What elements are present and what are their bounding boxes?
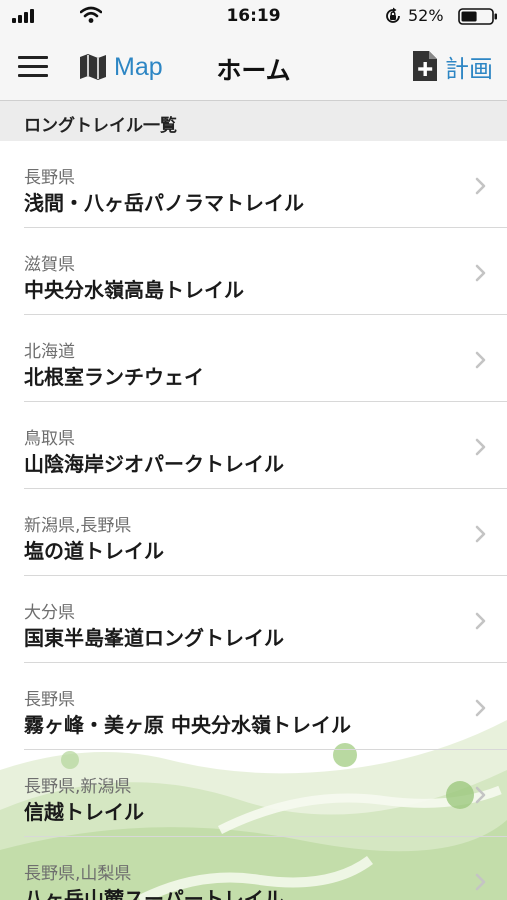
trail-list-item[interactable]: 長野県霧ヶ峰・美ヶ原 中央分水嶺トレイル bbox=[0, 663, 507, 750]
trail-region: 大分県 bbox=[24, 603, 75, 623]
trail-name: 浅間・八ヶ岳パノラマトレイル bbox=[24, 191, 304, 215]
map-button[interactable]: Map bbox=[78, 50, 163, 84]
chevron-right-icon bbox=[475, 699, 486, 717]
map-icon bbox=[80, 54, 106, 80]
trail-region: 北海道 bbox=[24, 342, 75, 362]
chevron-right-icon bbox=[475, 525, 486, 543]
trail-list-item[interactable]: 長野県,新潟県信越トレイル bbox=[0, 750, 507, 837]
trail-name: 山陰海岸ジオパークトレイル bbox=[24, 452, 284, 476]
chevron-right-icon bbox=[475, 438, 486, 456]
chevron-right-icon bbox=[475, 351, 486, 369]
trail-name: 国東半島峯道ロングトレイル bbox=[24, 626, 284, 650]
chevron-right-icon bbox=[475, 264, 486, 282]
battery-icon bbox=[458, 8, 497, 25]
section-header-label: ロングトレイル一覧 bbox=[24, 116, 177, 136]
trail-region: 長野県,山梨県 bbox=[24, 864, 132, 884]
trail-name: 八ヶ岳山麓スーパートレイル bbox=[24, 887, 284, 900]
chevron-right-icon bbox=[475, 786, 486, 804]
chevron-right-icon bbox=[475, 873, 486, 891]
trail-region: 鳥取県 bbox=[24, 429, 75, 449]
trail-list-item[interactable]: 長野県浅間・八ヶ岳パノラマトレイル bbox=[0, 141, 507, 228]
chevron-right-icon bbox=[475, 612, 486, 630]
section-header: ロングトレイル一覧 bbox=[0, 101, 507, 141]
trail-name: 信越トレイル bbox=[24, 800, 144, 824]
plan-button-label: 計画 bbox=[445, 54, 493, 83]
trail-region: 長野県 bbox=[24, 168, 75, 188]
nav-bar: Map ホーム 計画 bbox=[0, 33, 507, 101]
orientation-lock-icon bbox=[386, 7, 400, 23]
trail-region: 滋賀県 bbox=[24, 255, 75, 275]
trail-region: 長野県 bbox=[24, 690, 75, 710]
battery-percent: 52% bbox=[408, 6, 444, 25]
trail-name: 塩の道トレイル bbox=[24, 539, 164, 563]
new-document-icon bbox=[413, 51, 437, 81]
chevron-right-icon bbox=[475, 177, 486, 195]
trail-list-item[interactable]: 大分県国東半島峯道ロングトレイル bbox=[0, 576, 507, 663]
trail-name: 北根室ランチウェイ bbox=[24, 365, 204, 389]
trail-list: 長野県 浅間・八ヶ岳パノラマトレイル 滋賀県 中央分水嶺高島トレイル 北海道 北根室ランチ… bbox=[0, 141, 507, 900]
menu-button[interactable] bbox=[18, 55, 48, 79]
status-bar: 16:19 52% bbox=[0, 0, 507, 33]
trail-list-item[interactable]: 鳥取県山陰海岸ジオパークトレイル bbox=[0, 402, 507, 489]
trail-name: 霧ヶ峰・美ヶ原 中央分水嶺トレイル bbox=[24, 713, 351, 737]
trail-list-item[interactable]: 長野県,山梨県八ヶ岳山麓スーパートレイル bbox=[0, 837, 507, 900]
trail-list-item[interactable]: 新潟県,長野県塩の道トレイル bbox=[0, 489, 507, 576]
trail-list-item[interactable]: 北海道北根室ランチウェイ bbox=[0, 315, 507, 402]
map-button-label: Map bbox=[114, 52, 163, 81]
trail-region: 長野県,新潟県 bbox=[24, 777, 132, 797]
trail-list-item[interactable]: 滋賀県中央分水嶺高島トレイル bbox=[0, 228, 507, 315]
trail-region: 新潟県,長野県 bbox=[24, 516, 132, 536]
plan-button[interactable]: 計画 bbox=[411, 48, 493, 84]
trail-name: 中央分水嶺高島トレイル bbox=[24, 278, 244, 302]
screen: 16:19 52% Map ホーム 計画 ロングトレイル一覧 長野県 浅間・八ヶ… bbox=[0, 0, 507, 900]
